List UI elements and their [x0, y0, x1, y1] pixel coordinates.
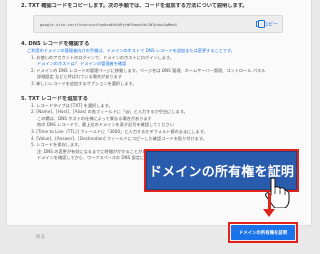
- step5-line-5: 5. レコードを保存します。: [31, 142, 82, 148]
- step5-line-3: 3. [Time to Live（TTL）] フィールドに「3600」と入力する…: [31, 128, 208, 134]
- copy-label: コピー: [262, 21, 278, 28]
- back-link[interactable]: 戻る: [36, 234, 45, 240]
- copy-button[interactable]: コピー: [255, 20, 278, 28]
- copy-icon: [255, 20, 265, 28]
- verify-domain-button[interactable]: ドメインの所有権を証明: [231, 225, 295, 240]
- step5-line-2: 2. [Name]、[Host]、[Alias] の各フィールドに「@」と入力す…: [31, 109, 188, 115]
- step5-line-1: 1. レコードタイプは [TXT] を選択します。: [31, 102, 113, 108]
- verification-code-box: google-site-verification=FqeUeaEnH4PytmP…: [33, 15, 283, 33]
- step4-line-1: 1. お使いのアカウントのログインで、ドメインのホストにログインします。: [31, 54, 174, 60]
- setup-panel: 2. TXT 確認コードをコピーします。次の手順では、コードを追加する方法につい…: [0, 0, 320, 254]
- verification-code: google-site-verification=FqeUeaEnH4PytmP…: [40, 21, 178, 27]
- step4-line-2: 2. ドメインの DNS レコードの管理ページに移動します。ページ名は DNS …: [31, 67, 266, 73]
- pointer-hand-icon: [265, 177, 290, 208]
- step5-line-2c: 他の DNS レコードで、最上位のドメインを表す記号を確認してください: [37, 122, 174, 128]
- down-arrow-icon: [263, 209, 275, 217]
- domain-host-link[interactable]: ドメインのホストは？ ドメインの管理者を確認: [21, 61, 301, 68]
- step2-heading: 2. TXT 確認コードをコピーします。次の手順では、コードを追加する方法につい…: [21, 3, 248, 9]
- step5-line-4: 4. [Value]、[Answer]、[Destination] フィールドに…: [31, 135, 207, 141]
- step4-line-2b: 詳細設定 などと呼ばれている場合があります: [37, 74, 122, 80]
- step4-line-3: 3. 新しいレコードを追加するオプションを選択します。: [31, 80, 137, 86]
- step4-intro: ご利用のドメインの管理者向けの手順は、ドメインのホストで DNS レコードを追加…: [27, 48, 235, 53]
- step5-heading: 5. TXT レコードを追加する: [21, 95, 88, 102]
- step5-line-2b: この欄は、DNS ホストの仕様によって異なる場合があります: [37, 115, 152, 121]
- step4-heading: 4. DNS レコードを確認する: [21, 41, 90, 47]
